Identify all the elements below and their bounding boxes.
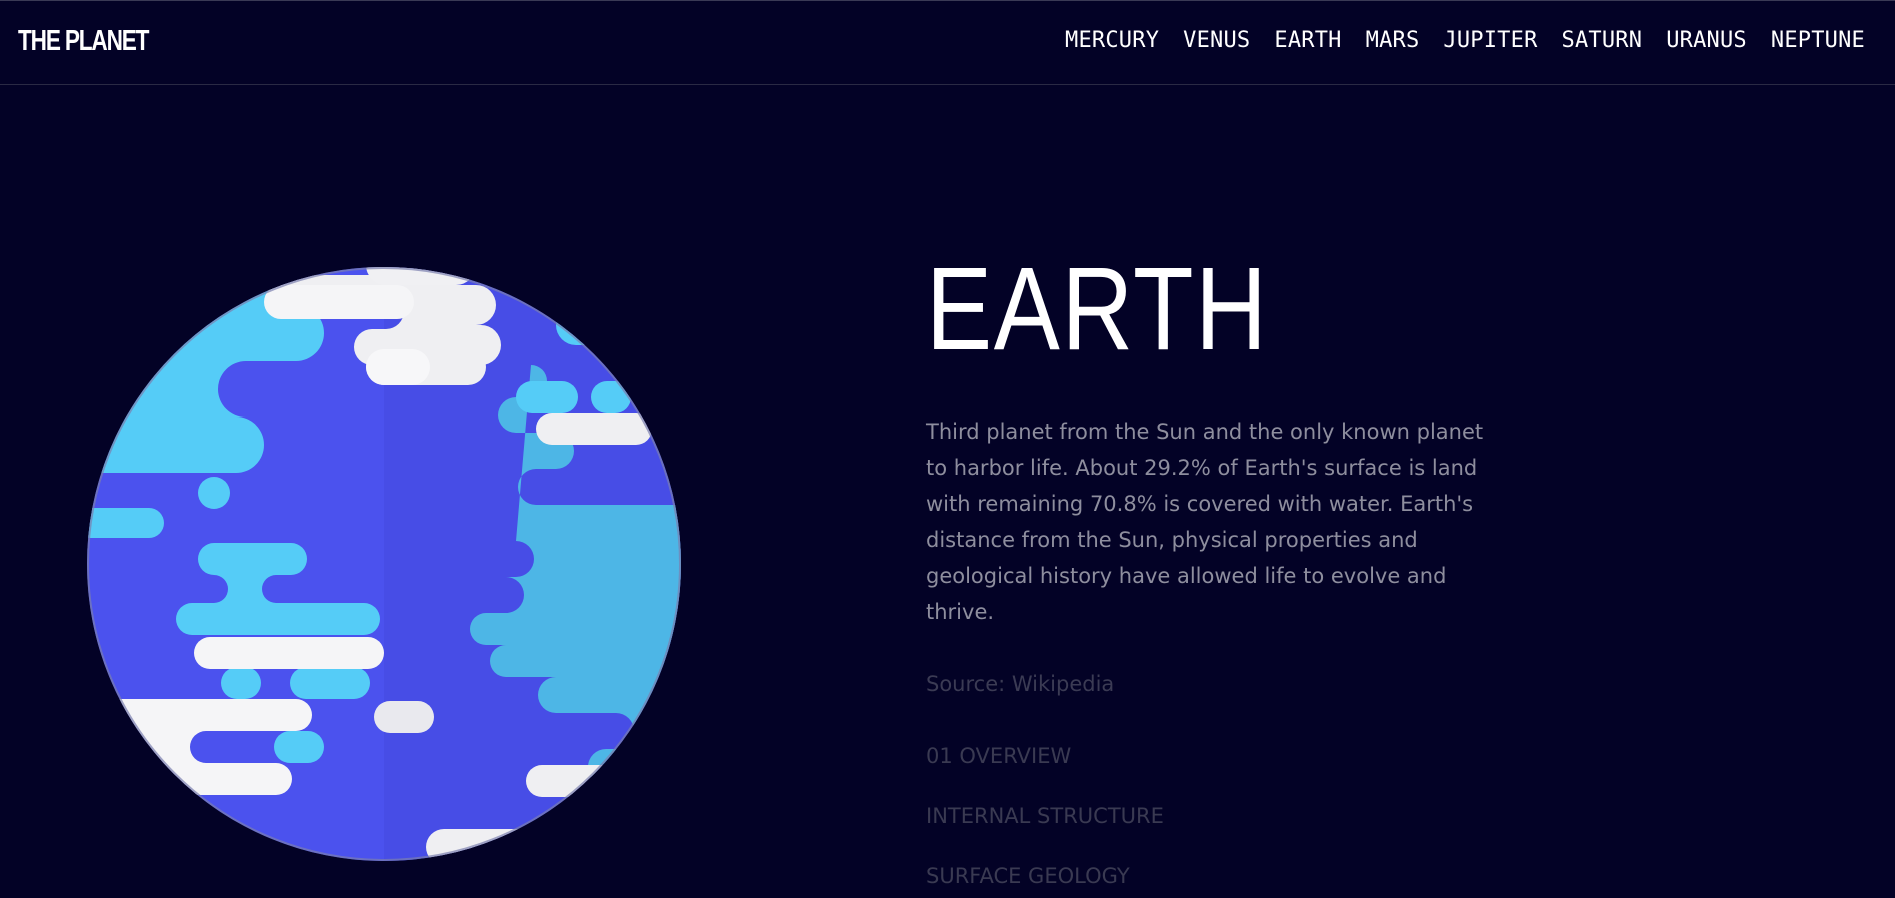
planet-title: EARTH [926, 243, 1269, 375]
nav-item-venus[interactable]: VENUS [1183, 28, 1250, 53]
tab-surface-geology[interactable]: SURFACE GEOLOGY [926, 858, 1506, 894]
nav-item-saturn[interactable]: SATURN [1562, 28, 1643, 53]
tab-overview[interactable]: 01 OVERVIEW [926, 738, 1506, 774]
tab-internal-structure[interactable]: INTERNAL STRUCTURE [926, 798, 1506, 834]
planet-tabs: 01 OVERVIEW INTERNAL STRUCTURE SURFACE G… [926, 738, 1506, 894]
nav-item-earth[interactable]: EARTH [1274, 28, 1341, 53]
brand-logo[interactable]: THE PLANET [18, 25, 149, 58]
earth-globe-icon [87, 267, 681, 861]
nav-item-mars[interactable]: MARS [1366, 28, 1420, 53]
planet-content: EARTH Third planet from the Sun and the … [926, 250, 1506, 894]
earth-illustration [86, 265, 682, 863]
planet-nav: MERCURY VENUS EARTH MARS JUPITER SATURN … [1065, 28, 1865, 53]
source-link[interactable]: Source: Wikipedia [926, 666, 1506, 702]
nav-item-jupiter[interactable]: JUPITER [1443, 28, 1537, 53]
top-navigation-bar: THE PLANET MERCURY VENUS EARTH MARS JUPI… [0, 0, 1895, 85]
nav-item-neptune[interactable]: NEPTUNE [1771, 28, 1865, 53]
nav-item-uranus[interactable]: URANUS [1666, 28, 1747, 53]
nav-item-mercury[interactable]: MERCURY [1065, 28, 1159, 53]
planet-description: Third planet from the Sun and the only k… [926, 420, 1484, 624]
